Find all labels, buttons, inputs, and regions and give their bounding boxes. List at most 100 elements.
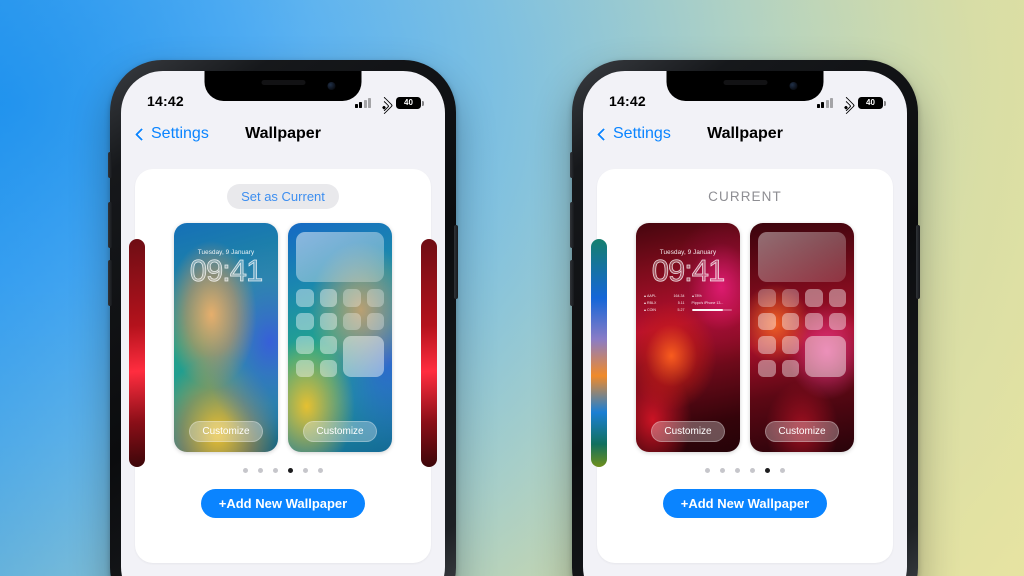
chevron-left-icon <box>135 127 148 141</box>
earpiece-speaker-icon <box>723 80 767 85</box>
power-button[interactable] <box>916 225 920 299</box>
page-dot-active[interactable] <box>765 468 770 473</box>
home-widget-medium <box>343 336 384 377</box>
status-indicators: 40 <box>816 95 886 115</box>
app-icon <box>319 336 337 354</box>
page-dot[interactable] <box>303 468 308 473</box>
app-icon <box>781 359 799 377</box>
home-screen-preview[interactable]: Customize <box>750 223 854 452</box>
battery-small-icon <box>691 295 694 298</box>
battery-widget[interactable]: 78% Pippo's iPhone 13... <box>691 293 733 313</box>
status-time: 14:42 <box>609 93 646 109</box>
earpiece-speaker-icon <box>261 80 305 85</box>
app-icon <box>296 289 314 307</box>
stocks-widget[interactable]: AAPL 164.34 RBLX 5.11 COIN 5.27 <box>644 293 685 313</box>
wifi-icon <box>374 95 393 115</box>
app-icon <box>758 359 776 377</box>
back-label: Settings <box>613 125 671 142</box>
lock-screen-preview[interactable]: Tuesday, 9 January 09:41 Customize <box>174 223 278 452</box>
page-dot[interactable] <box>243 468 248 473</box>
power-button[interactable] <box>454 225 458 299</box>
battery-device-row: Pippo's iPhone 13... <box>692 300 733 307</box>
page-dot[interactable] <box>258 468 263 473</box>
back-to-settings-button[interactable]: Settings <box>135 125 209 143</box>
add-button-row: +Add New Wallpaper <box>597 489 893 518</box>
home-screen-layout <box>288 223 392 452</box>
stock-value: 5.27 <box>677 307 685 312</box>
set-as-current-button[interactable]: Set as Current <box>227 183 339 209</box>
battery-progress-bar <box>691 308 732 312</box>
customize-lock-button[interactable]: Customize <box>651 421 725 442</box>
app-icon <box>343 289 361 307</box>
battery-device-name: Pippo's iPhone 13... <box>691 300 724 305</box>
phone-device-right: 14:42 40 Settings Wallpaper CURRENT Tues… <box>570 60 920 576</box>
battery-level: 40 <box>866 98 875 107</box>
back-label: Settings <box>151 125 209 142</box>
customize-home-button[interactable]: Customize <box>765 421 839 442</box>
cellular-bars-icon <box>354 98 371 108</box>
wifi-icon <box>836 95 855 115</box>
app-icon <box>781 289 799 307</box>
wallpaper-previews: Tuesday, 9 January 09:41 AAPL 164.34 RBL… <box>597 223 893 452</box>
lock-screen-preview[interactable]: Tuesday, 9 January 09:41 AAPL 164.34 RBL… <box>636 223 740 452</box>
page-dot[interactable] <box>750 468 755 473</box>
app-icon <box>296 359 314 377</box>
customize-home-button[interactable]: Customize <box>303 421 377 442</box>
app-icon <box>758 312 776 330</box>
app-icon <box>343 312 361 330</box>
app-icon <box>319 312 337 330</box>
app-icon <box>781 312 799 330</box>
volume-up-button[interactable] <box>570 202 574 248</box>
home-app-grid <box>296 289 384 377</box>
mute-switch-button[interactable] <box>108 152 112 178</box>
stock-value: 5.11 <box>677 300 685 305</box>
status-indicators: 40 <box>354 95 424 115</box>
current-label: CURRENT <box>708 188 782 204</box>
home-screen-layout <box>750 223 854 452</box>
page-dot-active[interactable] <box>288 468 293 473</box>
stock-row: AAPL 164.34 <box>644 293 685 300</box>
battery-percent: 78% <box>694 294 702 298</box>
page-dot[interactable] <box>705 468 710 473</box>
volume-up-button[interactable] <box>108 202 112 248</box>
app-icon <box>319 289 337 307</box>
stock-ticker: AAPL <box>647 294 657 298</box>
volume-down-button[interactable] <box>570 260 574 306</box>
front-camera-icon <box>327 82 336 90</box>
wallpaper-content-right: CURRENT Tuesday, 9 January 09:41 AAPL 16… <box>583 155 907 576</box>
notch <box>204 71 362 101</box>
lock-widgets[interactable]: AAPL 164.34 RBLX 5.11 COIN 5.27 78% Pipp… <box>644 293 732 313</box>
add-new-wallpaper-button[interactable]: +Add New Wallpaper <box>662 489 828 518</box>
lock-time: 09:41 <box>189 253 263 288</box>
add-new-wallpaper-button[interactable]: +Add New Wallpaper <box>200 489 366 518</box>
app-icon <box>296 336 314 354</box>
page-dot[interactable] <box>780 468 785 473</box>
stock-row: COIN 5.27 <box>644 307 685 314</box>
triangle-up-icon <box>644 295 646 298</box>
home-screen-preview[interactable]: Customize <box>288 223 392 452</box>
stock-ticker: RBLX <box>647 300 657 305</box>
back-to-settings-button[interactable]: Settings <box>597 125 671 143</box>
volume-down-button[interactable] <box>108 260 112 306</box>
battery-level: 40 <box>404 98 413 107</box>
phone-screen-right: 14:42 40 Settings Wallpaper CURRENT Tues… <box>583 71 907 576</box>
battery-percent-row: 78% <box>691 293 733 300</box>
battery-icon: 40 <box>858 97 886 109</box>
home-widget-large <box>296 232 384 282</box>
customize-lock-button[interactable]: Customize <box>189 421 263 442</box>
page-dot[interactable] <box>273 468 278 473</box>
home-widget-large <box>758 232 846 282</box>
front-camera-icon <box>789 82 798 90</box>
stock-value: 164.34 <box>673 294 685 298</box>
app-icon <box>366 289 384 307</box>
page-dot[interactable] <box>720 468 725 473</box>
battery-icon: 40 <box>396 97 424 109</box>
wallpaper-content-left: Set as Current Tuesday, 9 January 09:41 … <box>121 155 445 576</box>
phone-screen-left: 14:42 40 Settings Wallpaper Set as Curre… <box>121 71 445 576</box>
app-icon <box>758 336 776 354</box>
mute-switch-button[interactable] <box>570 152 574 178</box>
page-dot[interactable] <box>318 468 323 473</box>
triangle-up-icon <box>644 309 646 312</box>
pagination-dots-right <box>597 468 893 473</box>
page-dot[interactable] <box>735 468 740 473</box>
